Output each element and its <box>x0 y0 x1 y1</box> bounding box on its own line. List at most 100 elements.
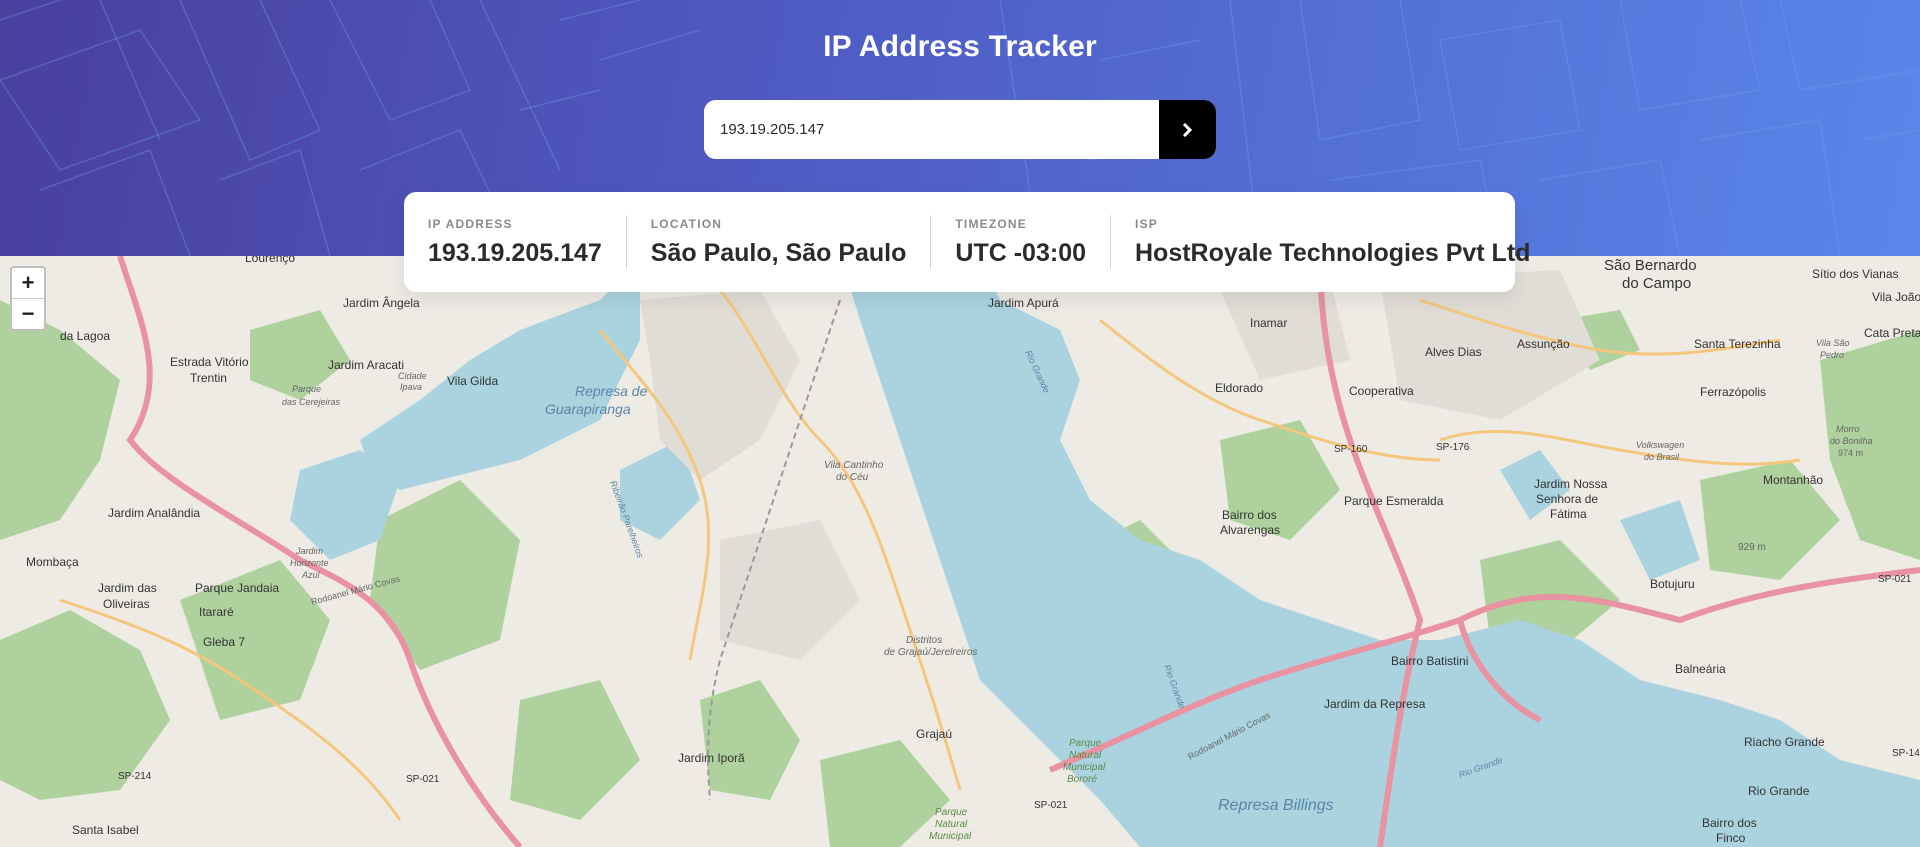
map-label: Bairro dos <box>1222 508 1277 522</box>
ip-search-input[interactable] <box>704 100 1159 159</box>
map-label: 929 m <box>1738 542 1766 553</box>
map-label: Oliveiras <box>103 597 150 611</box>
map-label: Parque <box>292 384 321 394</box>
map-label: Distritos <box>906 635 942 646</box>
map-label: Pedro <box>1820 350 1844 360</box>
map-label: Parque <box>935 807 968 818</box>
map-label: da Lagoa <box>60 329 110 343</box>
map-label: Ferrazópolis <box>1700 385 1766 399</box>
map-label: Jardim Nossa <box>1534 477 1608 491</box>
map-label: Montanhão <box>1763 473 1823 487</box>
map-label: Bororé <box>1067 774 1097 785</box>
search-bar <box>704 100 1216 159</box>
map-label: Santa Isabel <box>72 823 139 837</box>
map-label: Municipal <box>929 831 972 842</box>
map-label: do Céu <box>836 472 869 483</box>
ip-info-card: IP ADDRESS 193.19.205.147 LOCATION São P… <box>404 192 1530 292</box>
map-label: Riacho Grande <box>1744 735 1825 749</box>
map-label: Municipal <box>1063 762 1106 773</box>
map-label: Jardim <box>295 546 324 556</box>
map-label: do Brasil <box>1644 452 1680 462</box>
isp-label: ISP <box>1135 216 1158 231</box>
map-label: Assunção <box>1517 337 1570 351</box>
map-label: Vila Gilda <box>447 374 498 388</box>
road-shield: SP-160 <box>1334 444 1368 455</box>
map-label: Vila Cantinho <box>824 460 884 471</box>
map-view[interactable]: Lourenço Jardim Ângela da Lagoa Estrada … <box>0 256 1920 847</box>
map-label: Eldorado <box>1215 381 1263 395</box>
location-value: São Paulo, São Paulo <box>650 238 907 267</box>
map-label: Itararé <box>199 605 234 619</box>
map-label: Jardim da Represa <box>1324 697 1426 711</box>
isp-value: HostRoyale Technologies Pvt Ltd <box>1135 238 1531 267</box>
location-label: LOCATION <box>650 216 723 231</box>
map-label: Cata Preta <box>1864 326 1920 340</box>
map-label: de Grajaú/Jerelreiros <box>884 647 977 658</box>
map-label: Jardim Aracati <box>328 358 404 372</box>
map-label: Santa Terezinha <box>1694 337 1781 351</box>
road-shield: SP-214 <box>118 771 152 782</box>
map-label: Inamar <box>1250 316 1287 330</box>
map-label: Sítio dos Vianas <box>1812 267 1899 281</box>
map-label: Parque <box>1069 738 1102 749</box>
map-label: Jardim das <box>98 581 157 595</box>
map-label: Balneária <box>1675 662 1726 676</box>
map-label: Jardim Analândia <box>108 506 200 520</box>
chevron-right-icon <box>1182 122 1193 137</box>
road-shield: SP-021 <box>1034 800 1068 811</box>
road-shield: SP-021 <box>1878 574 1912 585</box>
map-label: Jardim Apurá <box>988 296 1059 310</box>
map-label: Bairro dos <box>1702 816 1757 830</box>
map-label: Represa de <box>575 383 648 399</box>
road-shield: SP-021 <box>406 774 440 785</box>
isp-section: ISP HostRoyale Technologies Pvt Ltd <box>1135 215 1554 269</box>
map-label: Vila São <box>1816 338 1849 348</box>
search-submit-button[interactable] <box>1159 100 1216 159</box>
timezone-value: UTC -03:00 <box>955 238 1086 267</box>
location-section: LOCATION São Paulo, São Paulo <box>651 215 932 269</box>
map-label: Vila João <box>1872 290 1920 304</box>
map-label: Estrada Vitório <box>170 355 249 369</box>
map-label: São Bernardo <box>1604 257 1697 274</box>
map-label: Trentin <box>190 371 227 385</box>
zoom-in-button[interactable]: + <box>12 268 44 299</box>
map-label: Grajaú <box>916 727 952 741</box>
ip-address-label: IP ADDRESS <box>428 216 513 231</box>
timezone-section: TIMEZONE UTC -03:00 <box>955 215 1111 269</box>
map-label: Parque Jandaia <box>195 581 279 595</box>
map-label: Jardim Iporã <box>678 751 745 765</box>
page-title: IP Address Tracker <box>823 30 1097 63</box>
ip-address-value: 193.19.205.147 <box>428 238 602 267</box>
map-label: Rio Grande <box>1748 784 1810 798</box>
map-label: Guarapiranga <box>545 401 631 417</box>
map-label: Morro <box>1836 424 1860 434</box>
map-label: do Campo <box>1622 275 1691 292</box>
map-label: Alvarengas <box>1220 523 1280 537</box>
map-label: Finco <box>1716 831 1746 845</box>
map-label: Mombaça <box>26 555 79 569</box>
map-label: das Cerejeiras <box>282 397 341 407</box>
map-label: 974 m <box>1838 448 1863 458</box>
map-label: do Bonilha <box>1830 436 1873 446</box>
map-label: Jardim Ângela <box>343 295 420 310</box>
road-shield: SP-148 <box>1892 748 1920 759</box>
map-label: Gleba 7 <box>203 635 245 649</box>
map-label: Natural <box>1069 750 1102 761</box>
zoom-control: + − <box>10 266 46 331</box>
map-label: Azul <box>301 570 321 580</box>
map-label: Horizonte <box>290 558 329 568</box>
map-label: Represa Billings <box>1218 797 1334 814</box>
map-label: Ipava <box>400 382 422 392</box>
map-label: Senhora de <box>1536 492 1598 506</box>
map-label: Cooperativa <box>1349 384 1414 398</box>
map-canvas[interactable]: Lourenço Jardim Ângela da Lagoa Estrada … <box>0 256 1920 847</box>
map-label: Natural <box>935 819 968 830</box>
timezone-label: TIMEZONE <box>955 216 1028 231</box>
map-label: Cidade <box>398 371 427 381</box>
map-label: Parque Esmeralda <box>1344 494 1444 508</box>
map-label: Fátima <box>1550 507 1587 521</box>
zoom-out-button[interactable]: − <box>12 299 44 329</box>
ip-address-section: IP ADDRESS 193.19.205.147 <box>428 215 627 269</box>
road-shield: SP-176 <box>1436 442 1470 453</box>
map-label: Botujuru <box>1650 577 1695 591</box>
